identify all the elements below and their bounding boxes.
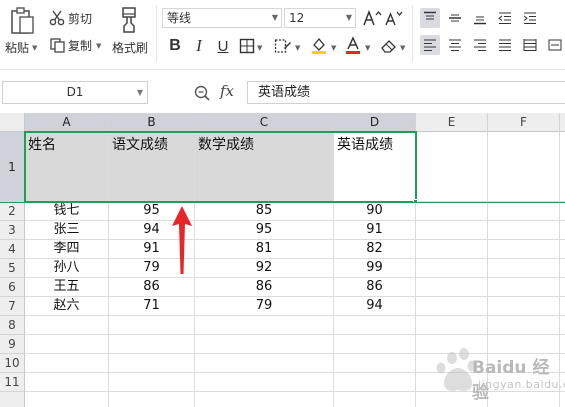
decrease-indent-button[interactable] — [495, 8, 515, 28]
copy-dropdown-icon[interactable]: ▼ — [96, 42, 101, 50]
font-size-value: 12 — [289, 11, 305, 25]
font-name-value: 等线 — [167, 11, 192, 25]
row-header-10[interactable]: 10 — [0, 354, 25, 373]
paste-dropdown-icon[interactable]: ▼ — [32, 44, 37, 52]
clear-dropdown-icon[interactable]: ▼ — [400, 44, 405, 52]
row-header-6[interactable]: 6 — [0, 278, 25, 297]
cell-style-dropdown-icon[interactable]: ▼ — [295, 44, 300, 52]
format-painter-button[interactable]: 格式刷 — [112, 41, 148, 55]
red-arrow-annotation — [172, 206, 192, 274]
ribbon-separator — [156, 6, 157, 62]
align-middle-button[interactable] — [445, 8, 465, 28]
align-right-icon — [474, 39, 486, 51]
name-box[interactable]: D1 ▼ — [2, 81, 148, 104]
row-resize-guide — [0, 202, 565, 203]
chevron-down-icon: ▼ — [345, 13, 352, 22]
chevron-down-icon: ▼ — [271, 13, 278, 22]
watermark-url: jingyan.baidu.com — [478, 378, 565, 391]
cell-e1[interactable] — [416, 132, 488, 202]
eraser-icon[interactable] — [380, 37, 398, 55]
decrease-font-icon[interactable] — [384, 9, 404, 27]
row-header-8[interactable]: 8 — [0, 316, 25, 335]
column-header-c[interactable]: C — [195, 113, 334, 132]
cell-d1[interactable]: 英语成绩 — [334, 132, 416, 202]
cell-style-icon[interactable] — [274, 37, 292, 55]
increase-indent-button[interactable] — [520, 8, 540, 28]
underline-icon[interactable]: U — [214, 37, 232, 55]
align-bottom-icon — [474, 16, 486, 25]
align-middle-icon — [449, 14, 461, 22]
align-top-icon — [424, 11, 436, 20]
row-header-12[interactable] — [0, 392, 25, 407]
italic-icon[interactable]: I — [190, 36, 208, 55]
row-header-9[interactable]: 9 — [0, 335, 25, 354]
row-header-5[interactable]: 5 — [0, 259, 25, 278]
copy-icon[interactable] — [48, 36, 66, 54]
outdent-icon — [498, 12, 511, 24]
align-bottom-button[interactable] — [470, 8, 490, 28]
bold-icon[interactable]: B — [166, 37, 184, 55]
justify-button[interactable] — [495, 35, 515, 55]
ribbon-separator — [412, 6, 413, 62]
align-right-button[interactable] — [470, 35, 490, 55]
align-left-icon — [424, 39, 436, 51]
row-header-11[interactable]: 11 — [0, 373, 25, 392]
fill-color-dropdown-icon[interactable]: ▼ — [331, 44, 336, 52]
border-dropdown-icon[interactable]: ▼ — [257, 44, 262, 52]
column-header-e[interactable]: E — [416, 113, 488, 132]
column-header-b[interactable]: B — [109, 113, 195, 132]
cell-reference: D1 — [66, 85, 84, 99]
cell-c1[interactable]: 数学成绩 — [195, 132, 334, 202]
clipboard-icon — [11, 7, 34, 34]
cell-a1[interactable]: 姓名 — [25, 132, 109, 202]
column-header-d[interactable]: D — [334, 113, 416, 132]
row-header-1[interactable]: 1 — [0, 132, 25, 202]
paste-button[interactable] — [6, 6, 38, 36]
column-header-a[interactable]: A — [25, 113, 109, 132]
align-top-button[interactable] — [420, 8, 440, 28]
row-header-2[interactable]: 2 — [0, 202, 25, 221]
fill-color-icon[interactable] — [310, 36, 328, 54]
formula-input[interactable]: 英语成绩 — [247, 81, 565, 104]
column-header-f[interactable]: F — [488, 113, 560, 132]
merge-cells-icon — [548, 39, 562, 51]
align-center-icon — [449, 39, 461, 51]
indent-icon — [523, 12, 536, 24]
font-color-icon[interactable] — [344, 36, 362, 54]
increase-font-icon[interactable] — [362, 9, 382, 27]
cell-f1[interactable] — [488, 132, 560, 202]
border-icon[interactable] — [238, 37, 256, 55]
row-header-4[interactable]: 4 — [0, 240, 25, 259]
align-center-button[interactable] — [445, 35, 465, 55]
paste-label[interactable]: 粘贴 — [5, 41, 29, 55]
insert-function-button[interactable]: fx — [220, 82, 234, 100]
distributed-align-icon — [523, 39, 537, 51]
cell-g1[interactable] — [560, 132, 565, 202]
cut-button[interactable]: 剪切 — [68, 12, 92, 26]
font-color-dropdown-icon[interactable]: ▼ — [365, 44, 370, 52]
cell-b1[interactable]: 语文成绩 — [109, 132, 195, 202]
chevron-down-icon: ▼ — [136, 88, 143, 97]
paintbrush-icon[interactable] — [116, 6, 142, 34]
copy-button[interactable]: 复制 — [68, 39, 92, 53]
distributed-align-button[interactable] — [520, 35, 540, 55]
merge-center-button[interactable] — [545, 35, 565, 55]
row-header-7[interactable]: 7 — [0, 297, 25, 316]
column-header-g[interactable] — [560, 113, 565, 132]
row-header-3[interactable]: 3 — [0, 221, 25, 240]
font-name-select[interactable]: 等线 ▼ — [162, 8, 282, 28]
select-all-corner[interactable] — [0, 113, 25, 132]
zoom-icon[interactable] — [193, 84, 211, 102]
scissors-icon[interactable] — [48, 9, 66, 27]
ribbon-toolbar: 粘贴 ▼ 剪切 复制 ▼ 格式刷 等线 ▼ 12 ▼ B I U ▼ ▼ ▼ ▼… — [0, 0, 565, 70]
formula-bar: D1 ▼ fx 英语成绩 — [0, 80, 565, 106]
align-left-button[interactable] — [420, 35, 440, 55]
justify-icon — [499, 39, 511, 51]
font-size-select[interactable]: 12 ▼ — [284, 8, 356, 28]
